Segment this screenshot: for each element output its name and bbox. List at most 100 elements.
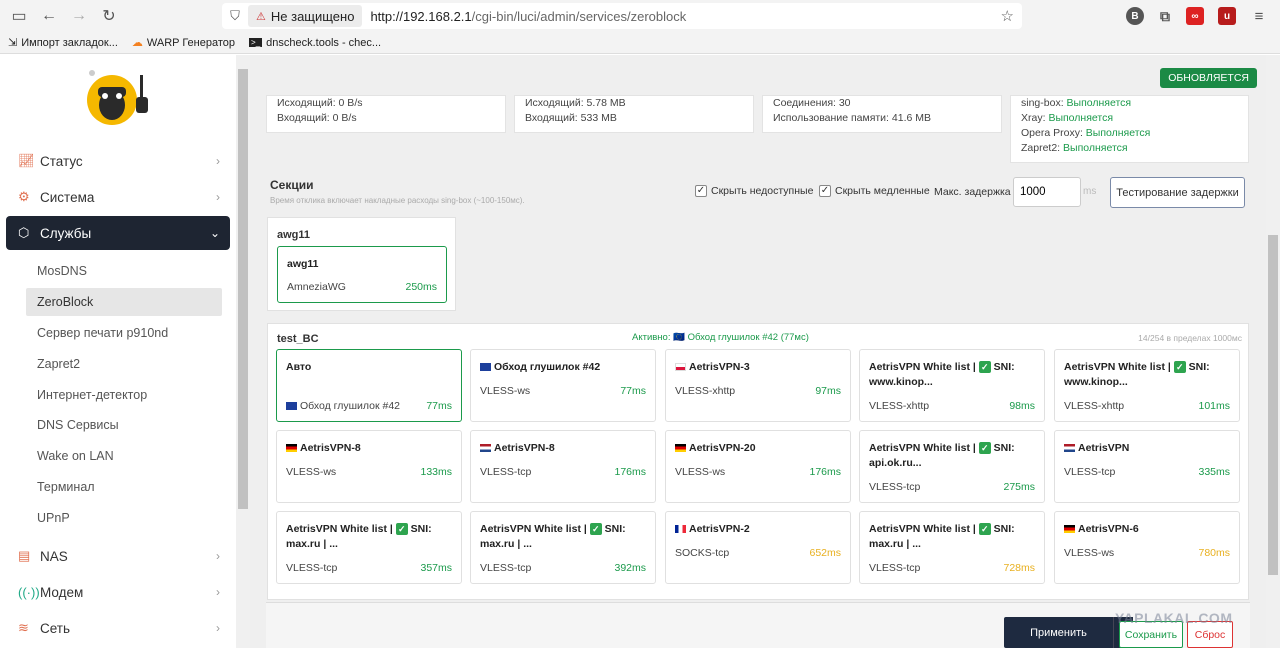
eu-flag-icon: [286, 402, 297, 411]
card-latency: 176ms: [809, 466, 841, 478]
sidebar-scrollbar[interactable]: [236, 55, 250, 648]
checkbox-checked-icon[interactable]: ✓: [819, 185, 831, 197]
sidebar-subitem-dns[interactable]: DNS Сервисы: [26, 411, 222, 439]
proxy-card[interactable]: AetrisVPN White list | ✓ SNI: max.ru | ..…: [470, 511, 656, 584]
address-bar[interactable]: ⛉ ⚠ Не защищено http://192.168.2.1/cgi-b…: [222, 3, 1022, 29]
sidebar-subitem-internet-detector[interactable]: Интернет-детектор: [26, 381, 222, 409]
ublock-icon[interactable]: u: [1218, 7, 1236, 25]
card-latency: 98ms: [1009, 400, 1035, 412]
check-icon: ✓: [978, 442, 991, 455]
service-xray: Xray: Выполняется: [1021, 112, 1114, 124]
bookmark-dnscheck[interactable]: >_ dnscheck.tools - chec...: [249, 37, 381, 49]
stat-card-services: sing-box: Выполняется Xray: Выполняется …: [1010, 95, 1249, 163]
de-flag-icon: [1064, 525, 1075, 534]
checkbox-checked-icon[interactable]: ✓: [695, 185, 707, 197]
proxy-card[interactable]: AetrisVPN-20 VLESS-ws 176ms: [665, 430, 851, 503]
sidebar-subitem-upnp[interactable]: UPnP: [26, 504, 222, 532]
hide-slow-checkbox[interactable]: ✓ Скрыть медленные: [819, 185, 930, 197]
sidebar-item-system[interactable]: ⚙ Система ›: [6, 180, 230, 214]
check-icon: ✓: [589, 523, 602, 536]
card-protocol: VLESS-tcp: [480, 466, 532, 478]
card-title: awg11: [287, 258, 319, 270]
card-title: AetrisVPN-6: [1064, 522, 1232, 537]
proxy-card[interactable]: Обход глушилок #42 VLESS-ws 77ms: [470, 349, 656, 422]
extensions-puzzle-icon[interactable]: ⧉: [1156, 7, 1174, 25]
sidebar-item-modem[interactable]: ((·)) Модем ›: [6, 575, 230, 609]
sidebar-subitem-zapret2[interactable]: Zapret2: [26, 350, 222, 378]
proxy-card[interactable]: AetrisVPN-6 VLESS-ws 780ms: [1054, 511, 1240, 584]
stat-memory: Использование памяти: 41.6 MB: [773, 112, 931, 124]
bookmark-star-icon[interactable]: ☆: [1001, 7, 1014, 25]
stat-upload-total: Исходящий: 5.78 MB: [525, 97, 626, 109]
apply-button[interactable]: Применить: [1004, 617, 1113, 648]
chevron-right-icon: ›: [216, 585, 220, 599]
sidebar-item-status[interactable]: 📈︎ Статус ›: [6, 144, 230, 178]
proxy-card[interactable]: awg11 AmneziaWG 250ms: [277, 246, 447, 303]
proxy-card-auto[interactable]: Авто Обход глушилок #42 77ms: [276, 349, 462, 422]
back-icon[interactable]: ←: [34, 0, 64, 32]
check-icon: ✓: [978, 523, 991, 536]
card-protocol: SOCKS-tcp: [675, 547, 730, 559]
stat-download-speed: Входящий: 0 B/s: [277, 112, 357, 124]
sidebar-subitem-zeroblock[interactable]: ZeroBlock: [26, 288, 222, 316]
max-delay-unit: ms: [1083, 186, 1097, 197]
sidebar-toggle-icon[interactable]: ▭: [4, 0, 34, 32]
url-text[interactable]: http://192.168.2.1/cgi-bin/luci/admin/se…: [370, 9, 686, 24]
updating-badge: ОБНОВЛЯЕТСЯ: [1160, 68, 1257, 88]
proxy-card[interactable]: AetrisVPN White list | ✓ SNI: www.kinop..…: [859, 349, 1045, 422]
bookmark-warp[interactable]: ☁ WARP Генератор: [132, 36, 235, 50]
pl-flag-icon: [675, 363, 686, 372]
menu-icon[interactable]: ≡: [1250, 7, 1268, 25]
proxy-card[interactable]: AetrisVPN-2 SOCKS-tcp 652ms: [665, 511, 851, 584]
nl-flag-icon: [480, 444, 491, 453]
check-icon: ✓: [978, 361, 991, 374]
shield-icon[interactable]: ⛉: [222, 8, 248, 24]
card-title: AetrisVPN-8: [286, 441, 454, 456]
card-title: AetrisVPN White list | ✓ SNI: www.kinop..…: [1064, 361, 1210, 388]
test-latency-button[interactable]: Тестирование задержки: [1110, 177, 1245, 208]
card-latency: 97ms: [815, 385, 841, 397]
sidebar-scroll-thumb[interactable]: [238, 69, 248, 509]
card-protocol: VLESS-tcp: [480, 562, 532, 574]
proxy-card[interactable]: AetrisVPN-3 VLESS-xhttp 97ms: [665, 349, 851, 422]
extension-red-icon[interactable]: ∞: [1186, 7, 1204, 25]
sidebar-subitem-p910nd[interactable]: Сервер печати p910nd: [26, 319, 222, 347]
card-protocol: VLESS-tcp: [869, 562, 921, 574]
chevron-right-icon: ›: [216, 549, 220, 563]
sidebar-item-network[interactable]: ≋ Сеть ›: [6, 611, 230, 645]
card-latency: 275ms: [1003, 481, 1035, 493]
de-flag-icon: [286, 444, 297, 453]
sidebar-subitem-terminal[interactable]: Терминал: [26, 473, 222, 501]
card-protocol: VLESS-tcp: [286, 562, 338, 574]
card-latency: 780ms: [1198, 547, 1230, 559]
bookmark-import[interactable]: ⇲ Импорт закладок...: [8, 36, 118, 50]
stat-connections: Соединения: 30: [773, 97, 851, 109]
proxy-card[interactable]: AetrisVPN White list | ✓ SNI: www.kinop..…: [1054, 349, 1240, 422]
card-protocol: VLESS-ws: [286, 466, 337, 478]
proxy-card[interactable]: AetrisVPN VLESS-tcp 335ms: [1054, 430, 1240, 503]
proxy-card[interactable]: AetrisVPN-8 VLESS-tcp 176ms: [470, 430, 656, 503]
stat-card-system: Соединения: 30 Использование памяти: 41.…: [762, 95, 1002, 133]
card-title: AetrisVPN-2: [675, 522, 843, 537]
cube-icon: ⬡: [18, 225, 30, 240]
sidebar-subitem-wol[interactable]: Wake on LAN: [26, 442, 222, 470]
main-scroll-thumb[interactable]: [1268, 235, 1278, 575]
sidebar-item-nas[interactable]: ▤ NAS ›: [6, 539, 230, 573]
hide-unavailable-checkbox[interactable]: ✓ Скрыть недоступные: [695, 185, 813, 197]
forward-icon[interactable]: →: [64, 0, 94, 32]
sidebar-subitem-mosdns[interactable]: MosDNS: [26, 257, 222, 285]
proxy-card[interactable]: AetrisVPN White list | ✓ SNI: max.ru | ..…: [276, 511, 462, 584]
card-title: AetrisVPN White list | ✓ SNI: max.ru | ..…: [286, 523, 432, 550]
card-latency: 728ms: [1003, 562, 1035, 574]
reload-icon[interactable]: ↻: [94, 0, 124, 32]
max-delay-input[interactable]: [1013, 177, 1081, 207]
card-latency: 357ms: [420, 562, 452, 574]
card-protocol: VLESS-xhttp: [675, 385, 736, 397]
insecure-badge[interactable]: ⚠ Не защищено: [248, 5, 363, 27]
proxy-card[interactable]: AetrisVPN-8 VLESS-ws 133ms: [276, 430, 462, 503]
main-scrollbar[interactable]: [1266, 55, 1280, 648]
extension-b-icon[interactable]: B: [1126, 7, 1144, 25]
proxy-card[interactable]: AetrisVPN White list | ✓ SNI: api.ok.ru..…: [859, 430, 1045, 503]
sidebar-item-services[interactable]: ⬡ Службы ⌄: [6, 216, 230, 250]
proxy-card[interactable]: AetrisVPN White list | ✓ SNI: max.ru | ..…: [859, 511, 1045, 584]
